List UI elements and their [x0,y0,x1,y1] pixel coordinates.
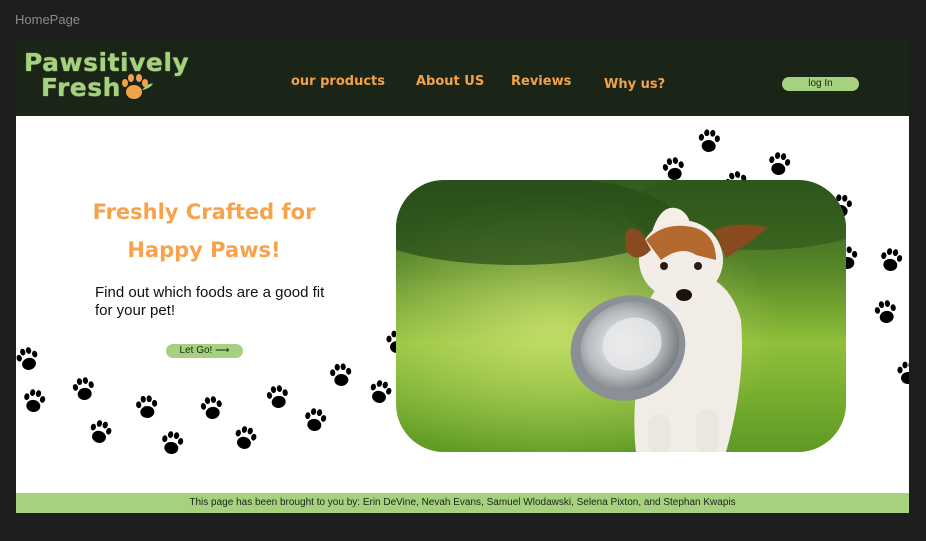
header: Pawsitively Fresh our products About US … [16,38,909,116]
hero-dog-image [396,180,846,452]
nav-why-us[interactable]: Why us? [604,77,665,92]
nav-our-products[interactable]: our products [291,74,385,89]
nav-reviews[interactable]: Reviews [511,74,571,89]
nav-about-us[interactable]: About US [416,74,484,89]
hero-title-line2: Happy Paws! [127,238,281,262]
brand-logo[interactable]: Pawsitively Fresh [24,50,189,100]
hero-title-line1: Freshly Crafted for [92,200,316,224]
homepage-frame: Pawsitively Fresh our products About US … [16,38,909,513]
lets-go-button[interactable]: Let Go! ⟶ [166,344,243,358]
brand-name-line2: Fresh [41,73,121,102]
paw-icon [122,74,153,99]
brand-name-line1: Pawsitively [24,48,190,77]
hero-subtitle: Find out which foods are a good fit for … [95,284,325,319]
dog-with-bowl-photo [396,180,846,452]
login-button[interactable]: log In [782,77,859,91]
frame-label: HomePage [15,12,81,27]
hero-title: Freshly Crafted for Happy Paws! [76,193,332,269]
footer-credits: This page has been brought to you by: Er… [16,493,909,513]
